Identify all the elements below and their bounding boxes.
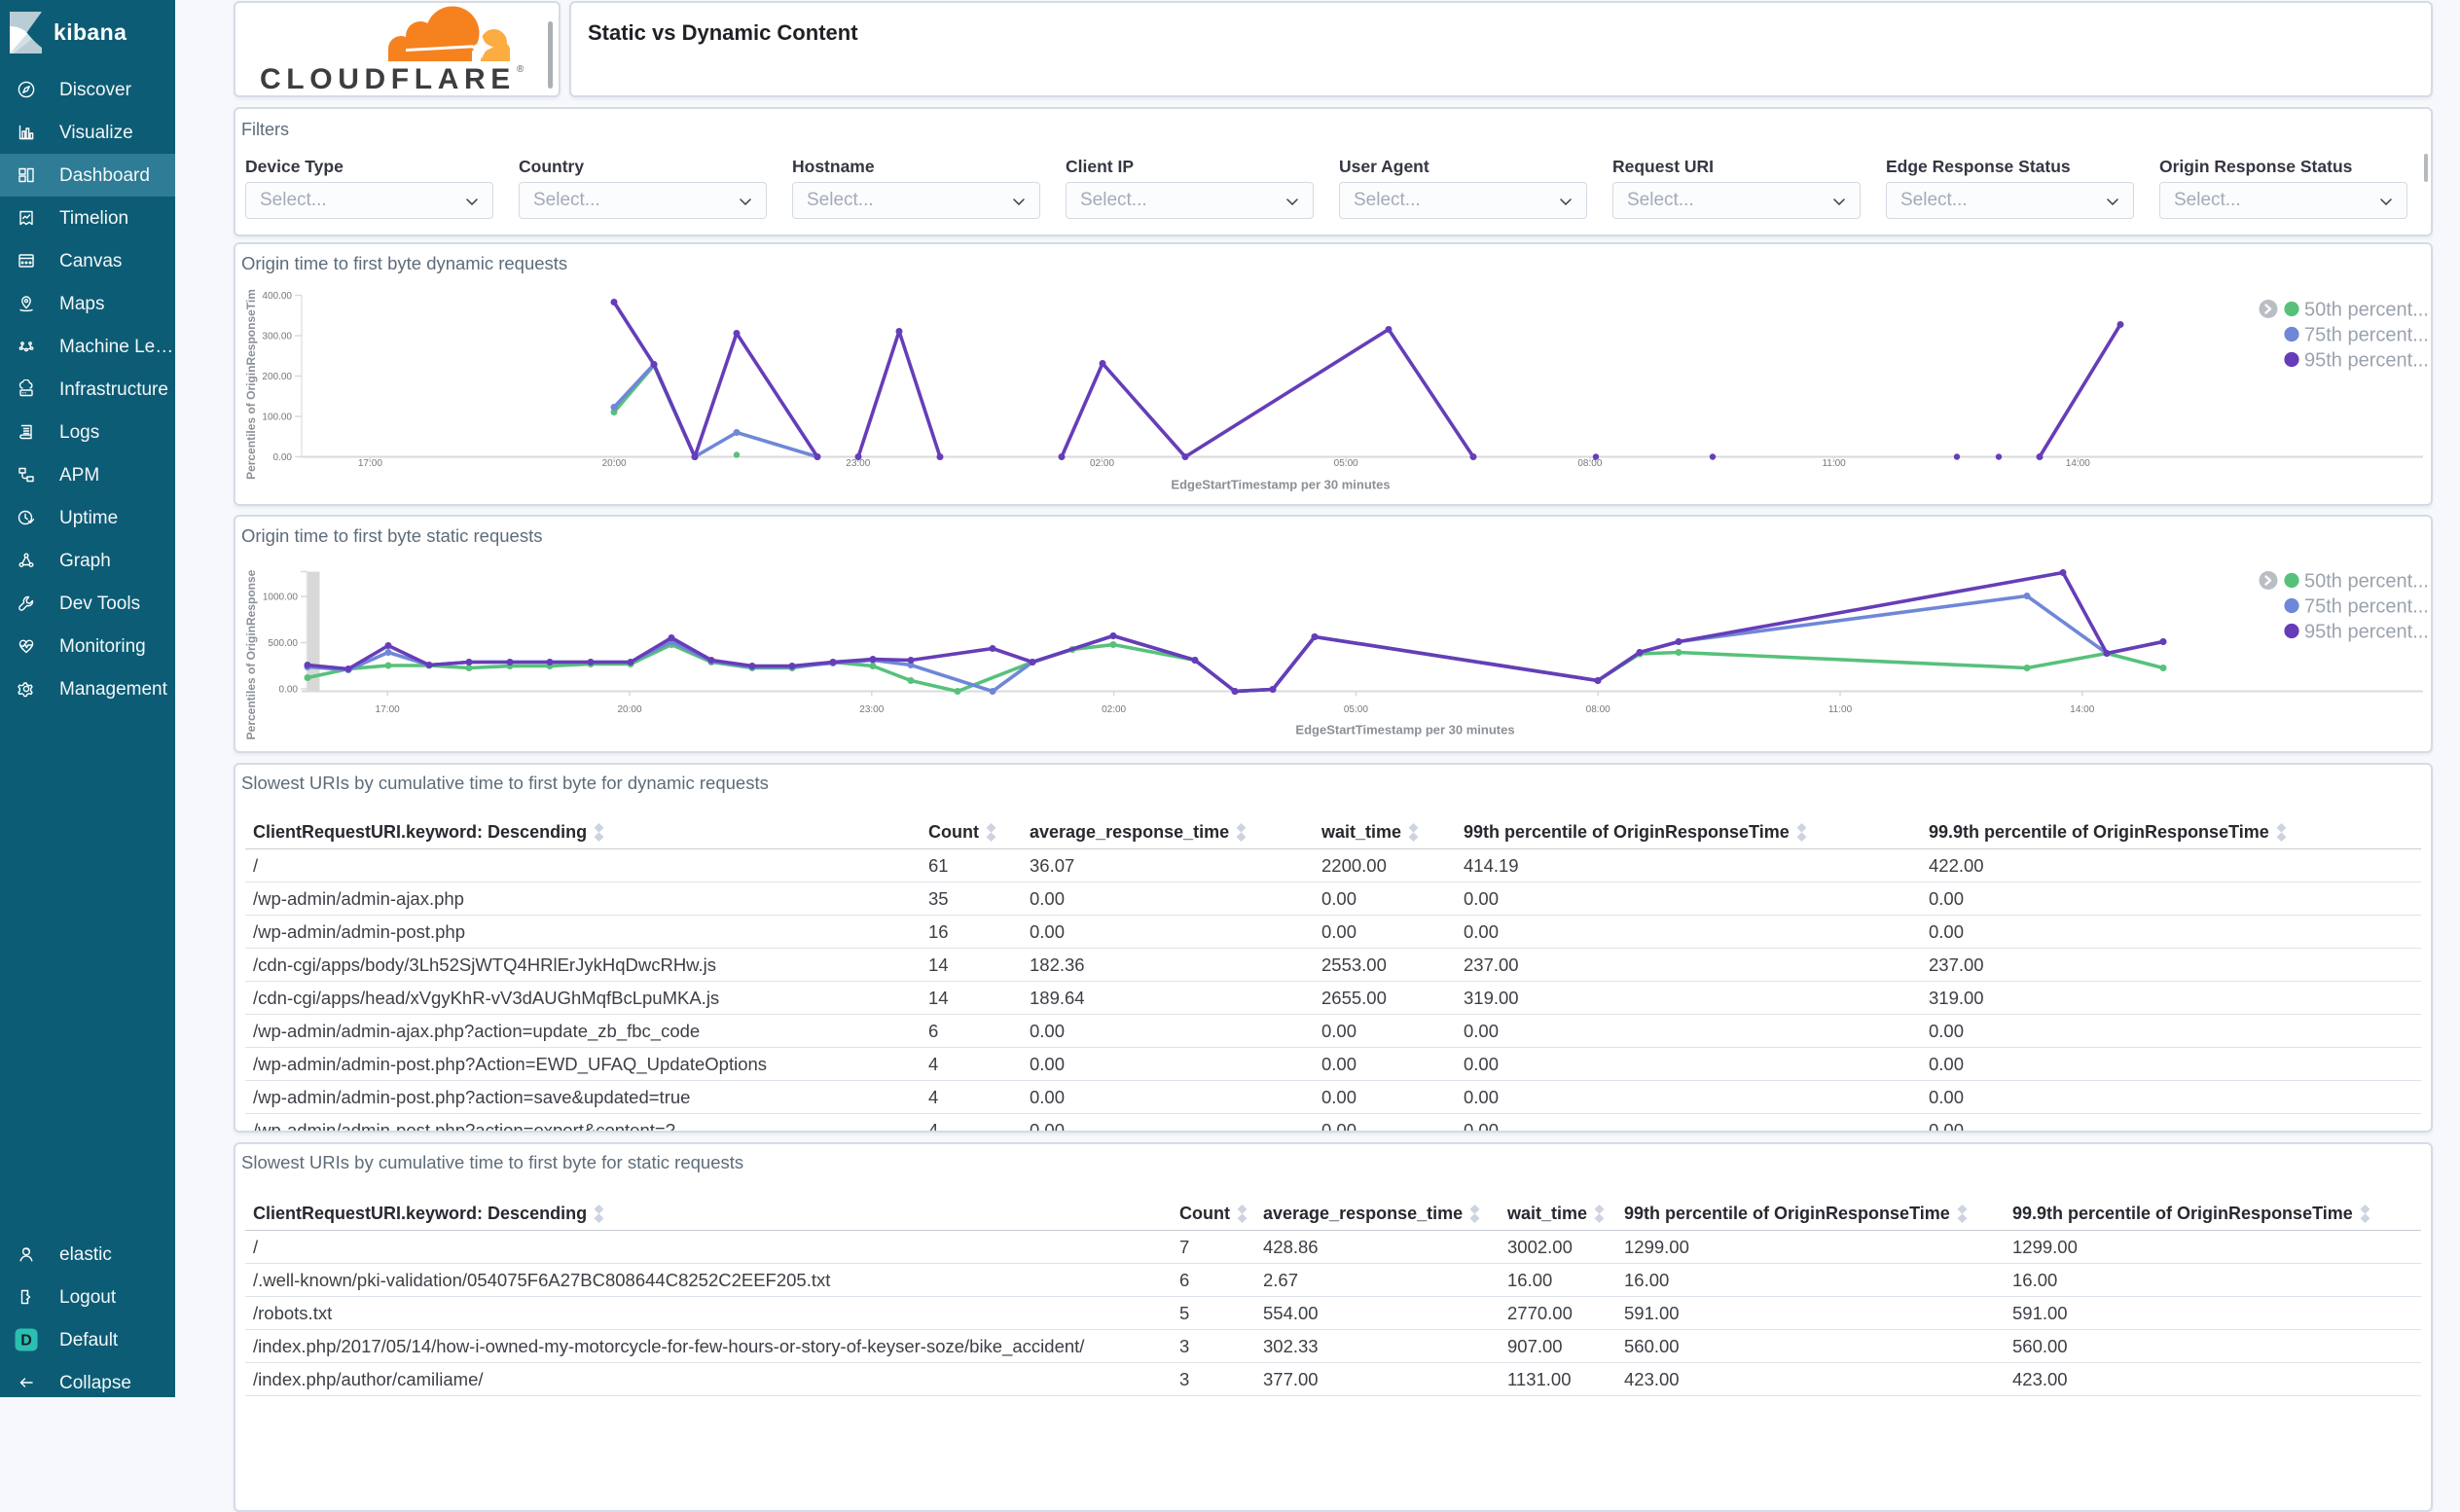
svg-text:100.00: 100.00 [262,413,292,423]
svg-text:20:00: 20:00 [617,704,641,715]
svg-text:95th percent...: 95th percent... [2304,622,2429,643]
svg-text:Percentiles of OriginResponse: Percentiles of OriginResponse [244,569,258,739]
svg-text:0.00: 0.00 [273,452,293,463]
svg-text:02:00: 02:00 [1102,704,1126,715]
svg-text:CLOUDFLARE: CLOUDFLARE [260,63,516,95]
svg-text:Percentiles of OriginResponseT: Percentiles of OriginResponseTim [244,289,258,480]
svg-text:1000.00: 1000.00 [263,593,299,603]
svg-text:05:00: 05:00 [1344,704,1368,715]
svg-text:500.00: 500.00 [268,638,298,649]
svg-text:400.00: 400.00 [262,291,292,302]
svg-text:14:00: 14:00 [2066,458,2090,469]
svg-text:08:00: 08:00 [1586,704,1610,715]
svg-text:95th percent...: 95th percent... [2304,350,2429,372]
svg-text:200.00: 200.00 [262,372,292,382]
svg-text:D: D [20,1333,32,1350]
svg-text:20:00: 20:00 [602,458,627,469]
svg-text:75th percent...: 75th percent... [2304,596,2429,618]
svg-text:23:00: 23:00 [859,704,884,715]
svg-text:17:00: 17:00 [358,458,382,469]
svg-text:®: ® [517,64,525,75]
svg-text:14:00: 14:00 [2070,704,2094,715]
svg-text:0.00: 0.00 [279,685,299,696]
svg-text:EdgeStartTimestamp per 30 minu: EdgeStartTimestamp per 30 minutes [1295,723,1514,738]
svg-text:17:00: 17:00 [376,704,400,715]
svg-text:05:00: 05:00 [1334,458,1358,469]
svg-text:08:00: 08:00 [1577,458,1602,469]
svg-text:50th percent...: 50th percent... [2304,300,2429,321]
svg-text:11:00: 11:00 [1822,458,1846,469]
svg-text:50th percent...: 50th percent... [2304,571,2429,593]
svg-text:02:00: 02:00 [1090,458,1114,469]
svg-text:300.00: 300.00 [262,332,292,342]
svg-text:75th percent...: 75th percent... [2304,325,2429,346]
svg-text:11:00: 11:00 [1828,704,1853,715]
svg-text:EdgeStartTimestamp per 30 minu: EdgeStartTimestamp per 30 minutes [1171,478,1390,492]
